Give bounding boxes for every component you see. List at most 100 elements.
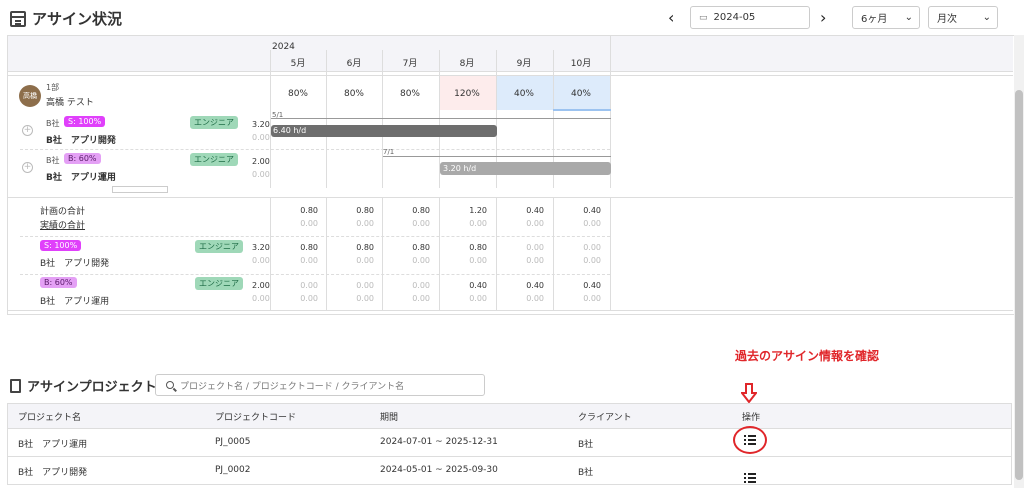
plan-hours: 2.00 (252, 157, 270, 166)
assign-type-tag: B: 60% (40, 277, 77, 288)
highlight-underline (553, 109, 611, 111)
table-row (7, 457, 1012, 485)
role-tag: エンジニア (195, 277, 243, 290)
row-actual-value: 0.00 (356, 294, 374, 303)
actual-total-value: 0.00 (300, 219, 318, 228)
role-tag: エンジニア (195, 240, 243, 253)
annotation-text: 過去のアサイン情報を確認 (735, 349, 880, 363)
col-header-client: クライアント (578, 413, 632, 423)
projects-section-title: アサインプロジェクト (10, 376, 157, 395)
plan-total-value: 0.80 (412, 206, 430, 215)
project-search-input[interactable]: プロジェクト名 / プロジェクトコード / クライアント名 (155, 374, 485, 396)
projects-title-text: アサインプロジェクト (27, 380, 157, 395)
assignment-bar[interactable]: 6.40 h/d (271, 125, 497, 137)
prev-month-button[interactable]: ‹ (668, 8, 674, 27)
bar-line (383, 156, 611, 157)
expand-icon[interactable]: + (22, 125, 33, 136)
row-plan-value: 0.00 (300, 281, 318, 290)
table-row (7, 429, 1012, 457)
next-month-button[interactable]: › (820, 8, 826, 27)
unit-select-value: 月次 (937, 14, 957, 25)
divider (8, 310, 1013, 311)
project-period: 2024-05-01 ~ 2025-09-30 (380, 465, 498, 475)
highlight-circle (733, 426, 767, 454)
month-header: 9月 (516, 59, 532, 69)
project-period: 2024-07-01 ~ 2025-12-31 (380, 437, 498, 447)
row-plan-value: 0.80 (412, 243, 430, 252)
actual-hours: 0.00 (252, 133, 270, 142)
history-list-icon[interactable] (744, 473, 756, 483)
year-label: 2024 (272, 42, 295, 52)
scrollbar-thumb[interactable] (1015, 90, 1023, 480)
chevron-down-icon: ⌄ (982, 12, 991, 23)
month-header: 8月 (459, 59, 475, 69)
actual-hours: 0.00 (252, 294, 270, 303)
plan-total-value: 0.40 (526, 206, 544, 215)
actual-total-value: 0.00 (412, 219, 430, 228)
down-arrow-icon (741, 383, 757, 403)
search-icon (166, 381, 174, 389)
project-code: PJ_0002 (215, 465, 251, 475)
row-actual-value: 0.00 (526, 256, 544, 265)
actual-hours: 0.00 (252, 256, 270, 265)
plan-total-value: 0.80 (356, 206, 374, 215)
row-plan-value: 0.40 (583, 281, 601, 290)
month-header: 7月 (402, 59, 418, 69)
assignment-project: B社 アプリ運用 (46, 173, 116, 183)
row-actual-value: 0.00 (583, 256, 601, 265)
unit-select[interactable]: 月次 ⌄ (928, 6, 998, 29)
project-client: B社 (578, 440, 594, 450)
avatar: 高橋 (19, 85, 41, 107)
role-tag: エンジニア (190, 116, 238, 129)
plan-hours: 2.00 (252, 281, 270, 290)
search-placeholder: プロジェクト名 / プロジェクトコード / クライアント名 (180, 381, 405, 392)
calendar-small-icon: ▭ (699, 12, 708, 23)
expand-icon[interactable]: + (22, 162, 33, 173)
plan-total-value: 0.80 (300, 206, 318, 215)
row-actual-value: 0.00 (300, 256, 318, 265)
actual-total-label[interactable]: 実績の合計 (40, 218, 85, 231)
utilization-rate: 80% (287, 89, 308, 99)
column-divider (610, 198, 611, 311)
person-dept: 1部 (46, 83, 60, 92)
assignment-client: B社 (46, 156, 60, 165)
row-actual-value: 0.00 (469, 294, 487, 303)
assignment-bar[interactable]: 3.20 h/d (440, 162, 611, 175)
role-tag: エンジニア (190, 153, 238, 166)
divider (8, 75, 1013, 76)
month-header: 5月 (290, 59, 306, 69)
row-actual-value: 0.00 (300, 294, 318, 303)
project-client: B社 (578, 468, 594, 478)
utilization-rate: 40% (513, 89, 534, 99)
utilization-rate: 80% (399, 89, 420, 99)
chevron-down-icon: ⌄ (904, 12, 913, 23)
row-plan-value: 0.00 (526, 243, 544, 252)
row-actual-value: 0.00 (526, 294, 544, 303)
assign-type-tag: S: 100% (40, 240, 82, 251)
project-code: PJ_0005 (215, 437, 251, 447)
col-header-code: プロジェクトコード (215, 413, 297, 423)
period-select[interactable]: 6ヶ月 ⌄ (852, 6, 920, 29)
column-divider (326, 50, 327, 188)
month-header: 6月 (346, 59, 362, 69)
assign-type-tag: B: 60% (64, 153, 101, 164)
assign-type-tag: S: 100% (64, 116, 106, 127)
col-header-period: 期間 (380, 413, 399, 423)
month-picker[interactable]: ▭ 2024-05 (690, 6, 810, 29)
row-plan-value: 0.40 (469, 281, 487, 290)
page-title-text: アサイン状況 (32, 10, 123, 28)
month-value: 2024-05 (713, 12, 756, 23)
total-row-project: B社 アプリ運用 (40, 297, 110, 307)
divider (8, 197, 1013, 198)
divider (20, 274, 610, 275)
row-actual-value: 0.00 (412, 256, 430, 265)
row-plan-value: 0.00 (412, 281, 430, 290)
column-divider (270, 50, 271, 188)
plan-total-value: 0.40 (583, 206, 601, 215)
bar-line (271, 118, 611, 119)
resize-handle[interactable] (112, 186, 168, 193)
plan-total-value: 1.20 (469, 206, 487, 215)
divider (20, 149, 610, 150)
col-header-name: プロジェクト名 (18, 413, 82, 423)
column-divider (382, 50, 383, 188)
